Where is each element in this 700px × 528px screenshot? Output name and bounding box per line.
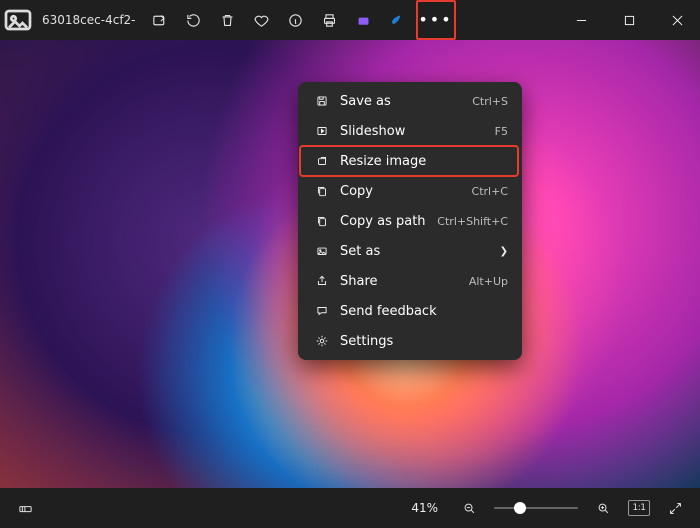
app-photos-icon [0, 0, 36, 40]
window-title: 63018cec-4cf2- [42, 13, 136, 27]
filmstrip-button[interactable] [10, 493, 40, 523]
menu-item-settings[interactable]: Settings [302, 326, 518, 356]
status-bar: 41% 1:1 [0, 488, 700, 528]
menu-item-copy[interactable]: Copy Ctrl+C [302, 176, 518, 206]
print-button[interactable] [314, 0, 346, 40]
menu-label: Resize image [340, 154, 426, 169]
maximize-button[interactable] [606, 0, 652, 40]
zoom-percent-label: 41% [411, 501, 438, 515]
rotate-button[interactable] [178, 0, 210, 40]
delete-button[interactable] [212, 0, 244, 40]
favorite-button[interactable] [246, 0, 278, 40]
menu-label: Share [340, 274, 378, 289]
menu-shortcut: Alt+Up [469, 275, 508, 288]
menu-label: Send feedback [340, 304, 437, 319]
menu-label: Save as [340, 94, 391, 109]
more-menu: Save as Ctrl+S Slideshow F5 Resize image… [298, 82, 522, 360]
edit-button[interactable] [144, 0, 176, 40]
feedback-icon [312, 304, 332, 318]
menu-shortcut: Ctrl+C [472, 185, 508, 198]
zoom-in-button[interactable] [588, 493, 618, 523]
save-icon [312, 94, 332, 108]
gear-icon [312, 334, 332, 348]
menu-shortcut: F5 [495, 125, 508, 138]
title-bar: 63018cec-4cf2- ••• [0, 0, 700, 40]
copy-icon [312, 184, 332, 198]
menu-label: Slideshow [340, 124, 405, 139]
clipchamp-button[interactable] [348, 0, 380, 40]
chevron-right-icon: ❯ [500, 246, 508, 257]
menu-label: Copy as path [340, 214, 426, 229]
menu-item-copy-path[interactable]: Copy as path Ctrl+Shift+C [302, 206, 518, 236]
zoom-slider[interactable] [494, 507, 578, 509]
more-button[interactable]: ••• [416, 0, 456, 40]
image-viewport[interactable]: Save as Ctrl+S Slideshow F5 Resize image… [0, 40, 700, 488]
menu-item-slideshow[interactable]: Slideshow F5 [302, 116, 518, 146]
copy-path-icon [312, 214, 332, 228]
menu-item-save-as[interactable]: Save as Ctrl+S [302, 86, 518, 116]
menu-shortcut: Ctrl+S [472, 95, 508, 108]
menu-item-feedback[interactable]: Send feedback [302, 296, 518, 326]
actual-size-button[interactable]: 1:1 [628, 500, 650, 516]
close-button[interactable] [654, 0, 700, 40]
play-icon [312, 124, 332, 138]
menu-label: Copy [340, 184, 373, 199]
menu-shortcut: Ctrl+Shift+C [437, 215, 508, 228]
menu-item-resize[interactable]: Resize image [302, 146, 518, 176]
zoom-out-button[interactable] [454, 493, 484, 523]
menu-item-share[interactable]: Share Alt+Up [302, 266, 518, 296]
designer-button[interactable] [382, 0, 414, 40]
menu-item-set-as[interactable]: Set as ❯ [302, 236, 518, 266]
menu-label: Settings [340, 334, 393, 349]
menu-label: Set as [340, 244, 380, 259]
share-icon [312, 274, 332, 288]
fullscreen-button[interactable] [660, 493, 690, 523]
minimize-button[interactable] [558, 0, 604, 40]
set-as-icon [312, 244, 332, 258]
info-button[interactable] [280, 0, 312, 40]
resize-icon [312, 154, 332, 168]
